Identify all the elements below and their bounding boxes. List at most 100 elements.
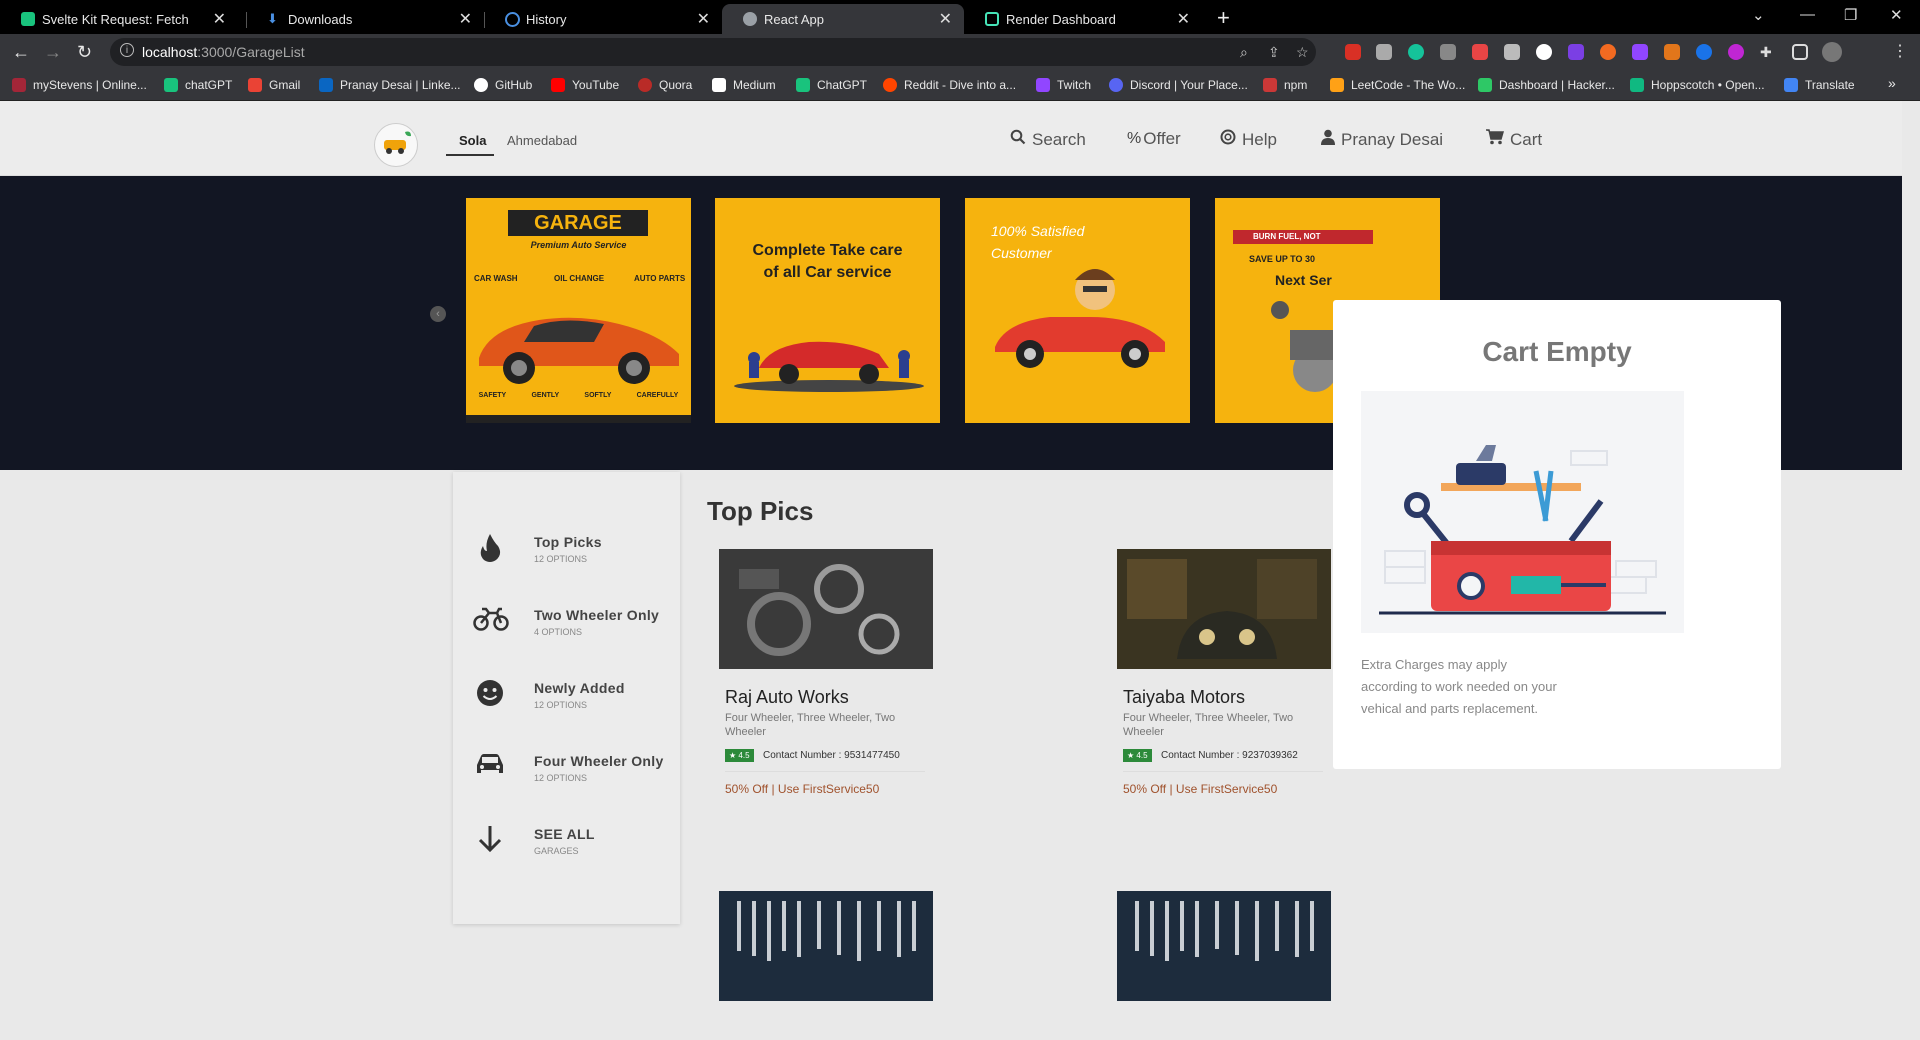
nav-search[interactable]: Search: [1010, 129, 1086, 150]
extension-icon[interactable]: [1728, 44, 1744, 60]
menu-icon[interactable]: ⋮: [1892, 41, 1908, 60]
tab-history[interactable]: History ✕: [484, 4, 722, 34]
translate-icon: [1784, 78, 1798, 92]
tab-downloads[interactable]: ⬇ Downloads ✕: [246, 4, 484, 34]
extension-icon[interactable]: [1536, 44, 1552, 60]
tab-render-dashboard[interactable]: Render Dashboard ✕: [964, 4, 1202, 34]
filter-see-all[interactable]: SEE ALL GARAGES: [453, 822, 680, 882]
nav-user-label: Pranay Desai: [1341, 129, 1444, 149]
filter-four-wheeler[interactable]: Four Wheeler Only 12 OPTIONS: [453, 749, 680, 809]
address-bar[interactable]: i localhost:3000/GarageList ⌕ ⇪ ☆: [110, 38, 1316, 66]
nav-help[interactable]: Help: [1220, 129, 1277, 150]
bookmark-item[interactable]: ChatGPT: [796, 78, 867, 92]
close-icon[interactable]: ✕: [213, 9, 226, 29]
bookmark-item[interactable]: Discord | Your Place...: [1109, 78, 1248, 92]
nav-cart[interactable]: Cart: [1486, 129, 1542, 150]
smile-icon: [473, 678, 507, 712]
camera-icon[interactable]: [1504, 44, 1520, 60]
banner-satisfied-customer[interactable]: 100% Satisfied Customer: [965, 198, 1190, 423]
url-text[interactable]: localhost:3000/GarageList: [142, 44, 305, 60]
garage-card[interactable]: [1117, 891, 1331, 1001]
site-info-icon[interactable]: i: [120, 43, 134, 57]
tab-svelte-kit[interactable]: Svelte Kit Request: Fetch ✕: [0, 4, 238, 34]
github-icon: [474, 78, 488, 92]
banner-car-service[interactable]: Complete Take care of all Car service: [715, 198, 940, 423]
location-tab-ahmedabad[interactable]: Ahmedabad: [507, 133, 577, 148]
restore-icon[interactable]: ❐: [1844, 6, 1857, 24]
bookmark-item[interactable]: LeetCode - The Wo...: [1330, 78, 1465, 92]
filter-two-wheeler[interactable]: Two Wheeler Only 4 OPTIONS: [453, 603, 680, 663]
filter-top-picks[interactable]: Top Picks 12 OPTIONS: [453, 530, 680, 590]
bookmark-item[interactable]: Pranay Desai | Linke...: [319, 78, 461, 92]
extension-icon[interactable]: [1600, 44, 1616, 60]
garage-name[interactable]: Taiyaba Motors: [1123, 687, 1245, 708]
garage-card[interactable]: Raj Auto Works Four Wheeler, Three Wheel…: [719, 549, 933, 796]
extension-icon[interactable]: [1696, 44, 1712, 60]
bookmark-item[interactable]: YouTube: [551, 78, 619, 92]
sidepanel-icon[interactable]: [1792, 44, 1808, 60]
garage-card[interactable]: [719, 891, 933, 1001]
close-icon[interactable]: ✕: [697, 9, 710, 29]
nav-offer[interactable]: % Offer: [1127, 129, 1181, 149]
chatgpt-icon: [796, 78, 810, 92]
extension-icon[interactable]: [1440, 44, 1456, 60]
close-icon[interactable]: ✕: [939, 9, 952, 29]
adblock-icon[interactable]: [1345, 44, 1361, 60]
filter-count: 4 OPTIONS: [534, 627, 583, 637]
divider: [1123, 771, 1323, 772]
extension-icon[interactable]: [1472, 44, 1488, 60]
new-tab-icon[interactable]: +: [1217, 5, 1230, 31]
banner-garage[interactable]: GARAGE Premium Auto Service CAR WASH OIL…: [466, 198, 691, 423]
avatar[interactable]: [1822, 42, 1842, 62]
bookmark-item[interactable]: Medium: [712, 78, 776, 92]
bookmark-item[interactable]: Translate: [1784, 78, 1855, 92]
bookmark-item[interactable]: GitHub: [474, 78, 532, 92]
bookmark-item[interactable]: Twitch: [1036, 78, 1091, 92]
filter-sidebar: Top Picks 12 OPTIONS Two Wheeler Only 4 …: [453, 472, 680, 924]
npm-icon: [1263, 78, 1277, 92]
bookmark-item[interactable]: Quora: [638, 78, 692, 92]
garage-card[interactable]: Taiyaba Motors Four Wheeler, Three Wheel…: [1117, 549, 1331, 796]
forward-icon[interactable]: →: [44, 42, 62, 63]
carousel-prev-icon[interactable]: ‹: [430, 306, 446, 322]
close-icon[interactable]: ✕: [1177, 9, 1190, 29]
bookmark-item[interactable]: Gmail: [248, 78, 300, 92]
bookmark-star-icon[interactable]: ☆: [1296, 44, 1309, 61]
puzzle-icon[interactable]: ✚: [1760, 44, 1776, 60]
twitch-icon: [1036, 78, 1050, 92]
more-bookmarks-icon[interactable]: »: [1888, 75, 1896, 91]
bookmark-item[interactable]: npm: [1263, 78, 1307, 92]
tab-react-app[interactable]: React App ✕: [722, 4, 964, 34]
close-window-icon[interactable]: ✕: [1890, 6, 1903, 24]
pen-icon[interactable]: [1376, 44, 1392, 60]
extension-icon[interactable]: [1632, 44, 1648, 60]
share-icon[interactable]: ⇪: [1268, 44, 1280, 61]
banner-subtitle: Premium Auto Service: [530, 240, 627, 250]
tab-label: React App: [764, 11, 824, 27]
close-icon[interactable]: ✕: [459, 9, 472, 29]
bookmark-item[interactable]: myStevens | Online...: [12, 78, 147, 92]
bookmark-item[interactable]: Dashboard | Hacker...: [1478, 78, 1615, 92]
bookmark-item[interactable]: chatGPT: [164, 78, 232, 92]
reload-icon[interactable]: ↻: [77, 42, 92, 63]
minimize-icon[interactable]: —: [1800, 6, 1815, 23]
tab-strip: Svelte Kit Request: Fetch ✕ ⬇ Downloads …: [0, 0, 1920, 34]
zoom-icon[interactable]: ⌕: [1240, 44, 1248, 61]
extension-icon[interactable]: [1568, 44, 1584, 60]
filter-count: 12 OPTIONS: [534, 700, 588, 710]
bookmark-item[interactable]: Reddit - Dive into a...: [883, 78, 1016, 92]
filter-newly-added[interactable]: Newly Added 12 OPTIONS: [453, 676, 680, 736]
site-logo[interactable]: [374, 123, 418, 167]
nav-user[interactable]: Pranay Desai: [1321, 129, 1443, 150]
grammarly-icon[interactable]: [1408, 44, 1424, 60]
garage-name[interactable]: Raj Auto Works: [725, 687, 849, 708]
bookmarks-bar: myStevens | Online... chatGPT Gmail Pran…: [0, 70, 1920, 101]
filter-count: GARAGES: [534, 846, 579, 856]
rating-badge: ★ 4.5: [1123, 749, 1152, 762]
bookmark-item[interactable]: Hoppscotch • Open...: [1630, 78, 1765, 92]
metamask-icon[interactable]: [1664, 44, 1680, 60]
location-tab-sola[interactable]: Sola: [459, 133, 486, 148]
tab-search-icon[interactable]: ⌄: [1752, 6, 1765, 24]
banner-tag: AUTO PARTS: [634, 274, 686, 283]
back-icon[interactable]: ←: [12, 42, 30, 63]
